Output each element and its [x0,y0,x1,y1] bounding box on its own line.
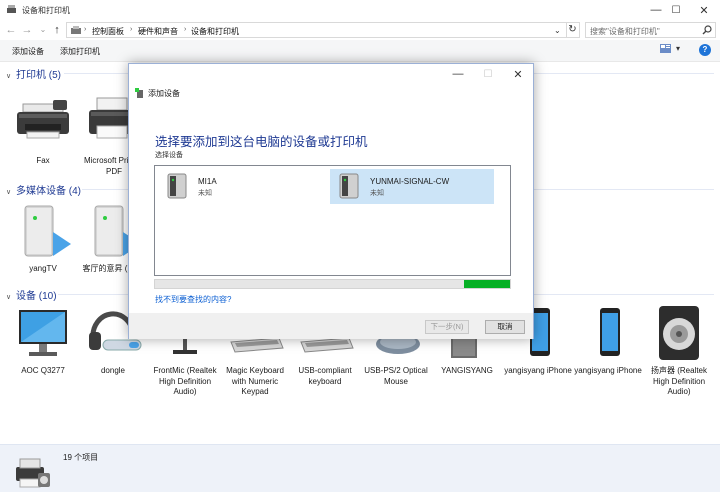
address-row: ← → ⌄ ↑ › 控制面板 › 硬件和声音 › 设备和打印机 ⌄ ↻ 搜索"设… [0,20,720,40]
device-name: MI1A [198,177,217,186]
collapse-chevron-icon: ∨ [6,294,12,301]
add-device-button[interactable]: 添加设备 [12,46,44,57]
device-label: AOC Q3277 [21,366,65,375]
next-button[interactable]: 下一步(N) [425,320,469,334]
window-title: 设备和打印机 [22,6,70,15]
up-button[interactable]: ↑ [50,22,64,38]
devices-printers-icon [16,458,50,488]
device-label: Magic Keyboard with Numeric Keypad [226,366,284,396]
dialog-subheading: 选择设备 [155,152,183,159]
progress-fill [464,280,510,288]
dialog-title: 添加设备 [148,89,180,98]
dialog-maximize-button: ☐ [483,68,493,80]
unknown-device-icon [167,173,187,199]
dialog-minimize-button[interactable]: — [443,64,473,84]
device-label: USB-compliant keyboard [298,366,352,386]
help-link[interactable]: 找不到要查找的内容? [155,294,231,305]
device-selection-list[interactable]: MI1A 未知 YUNMAI-SIGNAL-CW 未知 [154,165,511,276]
details-pane: 19 个项目 [0,444,720,492]
device-label: USB-PS/2 Optical Mouse [364,366,428,386]
dialog-title-bar: — ☐ ✕ [129,64,533,86]
command-bar: 添加设备 添加打印机 ▾ ? [0,40,720,62]
device-name: YUNMAI-SIGNAL-CW [370,177,450,186]
view-icon [660,44,671,53]
search-input[interactable]: 搜索"设备和打印机" [585,22,716,38]
section-title: 多媒体设备 (4) [16,186,81,197]
help-button[interactable]: ? [699,44,711,56]
device-label: Fax [36,156,50,165]
device-status: 未知 [198,190,212,197]
add-printer-button[interactable]: 添加打印机 [60,46,100,57]
dialog-footer: 下一步(N) 取消 [129,313,533,339]
device-label: yangisyang iPhone [504,366,572,375]
address-dropdown-button[interactable]: ⌄ [554,26,561,35]
section-title: 打印机 (5) [16,70,61,81]
breadcrumb-separator: › [130,26,133,33]
media-server-icon [24,205,71,257]
title-bar: 设备和打印机 — ☐ ✕ [0,0,720,20]
close-button[interactable]: ✕ [688,0,720,20]
device-label: FrontMic (Realtek High Definition Audio) [153,366,217,396]
control-panel-icon [71,26,81,34]
unknown-device-icon [339,173,359,199]
device-label: YANGISYANG [441,366,493,375]
device-iphone-2[interactable]: yangisyang iPhone [573,304,643,377]
dialog-heading: 选择要添加到这台电脑的设备或打印机 [155,135,368,149]
forward-button[interactable]: → [20,22,34,38]
section-header-printers[interactable]: ∨ 打印机 (5) [6,66,61,81]
device-fax[interactable]: Fax [8,94,78,167]
collapse-chevron-icon: ∨ [6,73,12,80]
breadcrumb-devices-printers[interactable]: 设备和打印机 [191,26,239,37]
breadcrumb-control-panel[interactable]: 控制面板 [92,26,124,37]
phone-icon [600,308,620,356]
search-progress-bar [154,279,511,289]
list-item-mi1a[interactable]: MI1A 未知 [158,169,326,204]
monitor-icon [19,310,67,356]
device-aoc-q3277[interactable]: AOC Q3277 [8,304,78,377]
add-device-dialog: — ☐ ✕ 添加设备 选择要添加到这台电脑的设备或打印机 选择设备 MI1A 未… [128,63,534,339]
section-header-devices[interactable]: ∨ 设备 (10) [6,287,57,302]
device-yangtv[interactable]: yangTV [8,202,78,275]
section-header-multimedia[interactable]: ∨ 多媒体设备 (4) [6,182,81,197]
section-title: 设备 (10) [16,291,57,302]
breadcrumb-separator: › [84,26,87,33]
device-label: 扬声器 (Realtek High Definition Audio) [650,366,707,396]
device-label: yangTV [29,264,57,273]
item-count: 19 个项目 [63,453,99,462]
back-button[interactable]: ← [4,22,18,38]
view-options-button[interactable]: ▾ [660,44,680,55]
breadcrumb-hardware-sound[interactable]: 硬件和声音 [138,26,178,37]
add-device-icon [135,88,143,98]
address-bar[interactable]: › 控制面板 › 硬件和声音 › 设备和打印机 ⌄ [66,22,567,38]
list-item-yunmai-signal-cw[interactable]: YUNMAI-SIGNAL-CW 未知 [330,169,494,204]
dialog-close-button[interactable]: ✕ [503,64,533,84]
breadcrumb-separator: › [184,26,187,33]
collapse-chevron-icon: ∨ [6,189,12,196]
search-placeholder: 搜索"设备和打印机" [590,27,660,36]
refresh-button[interactable]: ↻ [566,22,580,38]
devices-printers-icon [7,5,16,13]
recent-locations-button[interactable]: ⌄ [36,22,50,38]
device-label: yangisyang iPhone [574,366,642,375]
device-speakers[interactable]: 扬声器 (Realtek High Definition Audio) [644,304,714,398]
device-label: dongle [100,366,126,375]
cancel-button[interactable]: 取消 [485,320,525,334]
search-icon [702,25,712,35]
device-status: 未知 [370,190,384,197]
view-dropdown-icon: ▾ [676,44,681,53]
speaker-icon [659,306,699,360]
fax-icon [17,100,69,139]
